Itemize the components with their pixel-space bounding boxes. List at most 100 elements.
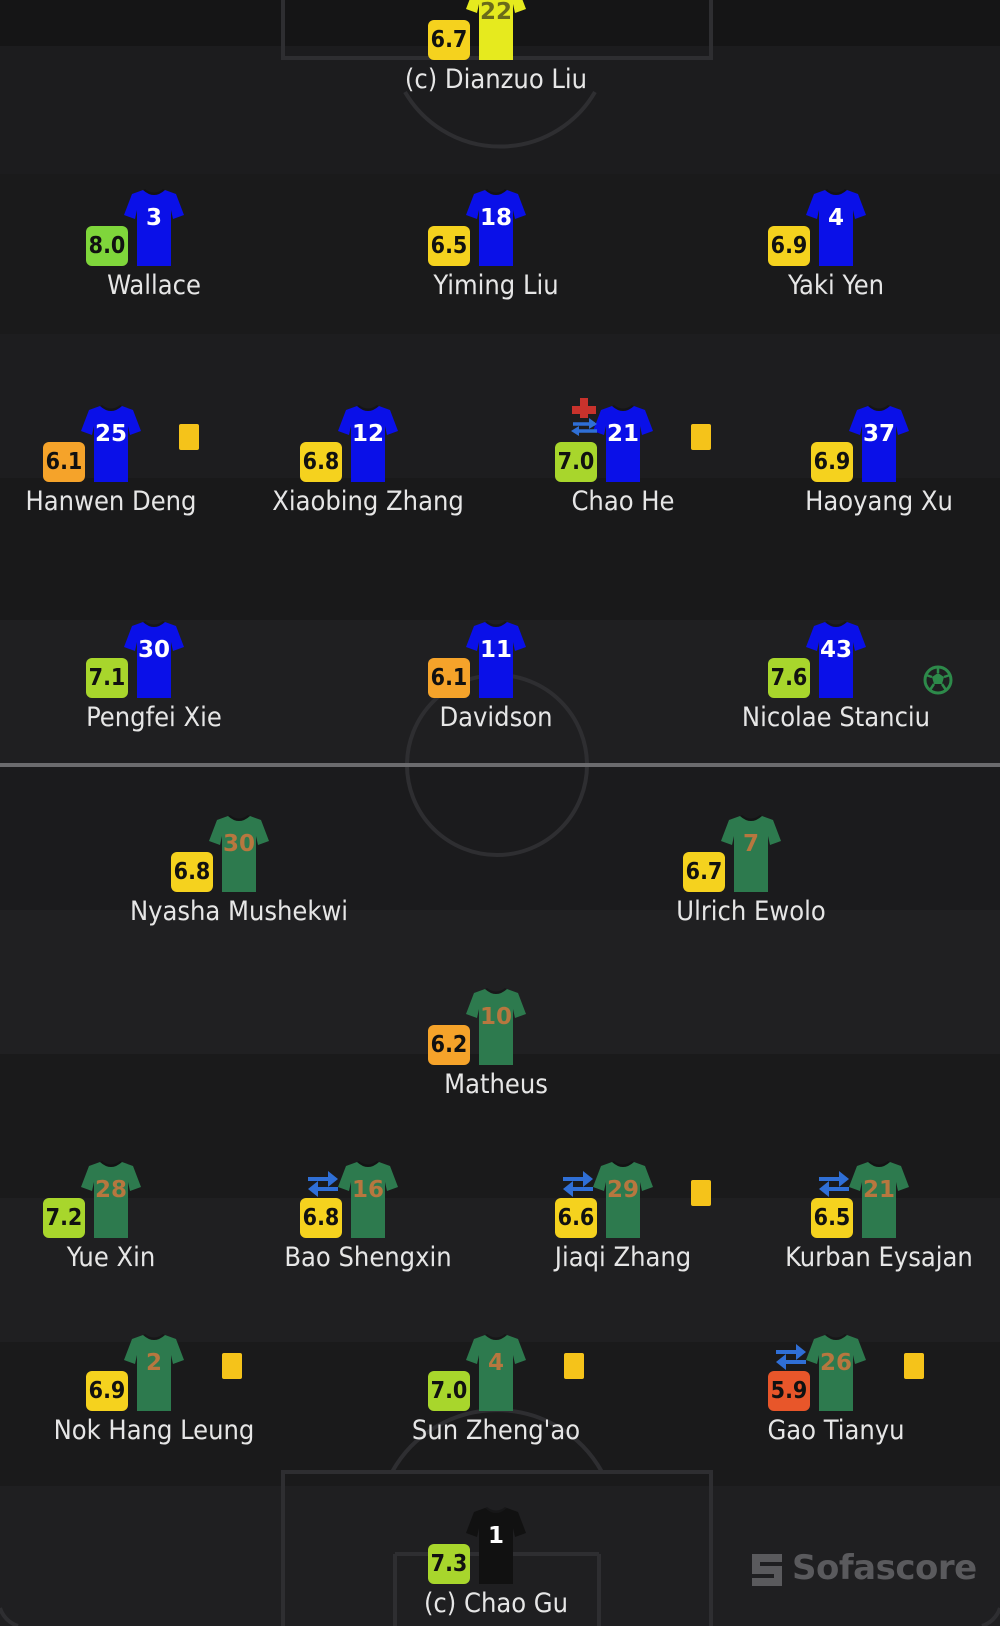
player-rating-badge: 5.9 — [768, 1371, 810, 1411]
player-rating-badge: 7.1 — [86, 658, 128, 698]
yellow-card-icon — [691, 424, 711, 450]
shirt-number: 3 — [145, 205, 162, 231]
shirt-number: 16 — [351, 1177, 384, 1203]
player-name: Nyasha Mushekwi — [129, 896, 349, 927]
player-xiaobing-zhang[interactable]: 12 6.8 Xiaobing Zhang — [228, 400, 508, 540]
shirt-number: 26 — [819, 1350, 852, 1376]
player-rating-badge: 6.9 — [86, 1371, 128, 1411]
shirt-number: 28 — [94, 1177, 127, 1203]
player-name: Kurban Eysajan — [785, 1242, 973, 1273]
player-yue-xin[interactable]: 28 7.2 Yue Xin — [0, 1156, 251, 1296]
player-rating-badge: 7.0 — [428, 1371, 470, 1411]
player-gao-tianyu[interactable]: 26 5.9 Gao Tianyu — [696, 1329, 976, 1469]
shirt-icon: 2 — [123, 1329, 185, 1413]
player-name: Ulrich Ewolo — [676, 896, 826, 927]
player-name: (c) Chao Gu — [423, 1588, 569, 1619]
player-rating-badge: 7.6 — [768, 658, 810, 698]
player-jiaqi-zhang[interactable]: 29 6.6 Jiaqi Zhang — [483, 1156, 763, 1296]
player-yaki-yen[interactable]: 4 6.9 Yaki Yen — [696, 184, 976, 324]
player-rating-badge: 7.0 — [555, 442, 597, 482]
lineup-pitch: 22 6.7 (c) Dianzuo Liu 3 8.0 Wallace 18 6.5 Yi… — [0, 0, 1000, 1626]
player-davidson[interactable]: 11 6.1 Davidson — [356, 616, 636, 756]
shirt-icon: 30 — [123, 616, 185, 700]
shirt-number: 1 — [487, 1523, 504, 1549]
corner-arc-left — [0, 1607, 19, 1626]
player-name: Yiming Liu — [433, 270, 559, 301]
player-sun-zhengao[interactable]: 4 7.0 Sun Zheng'ao — [356, 1329, 636, 1469]
shirt-icon: 21 — [592, 400, 654, 484]
shirt-icon: 29 — [592, 1156, 654, 1240]
player-yiming-liu[interactable]: 18 6.5 Yiming Liu — [356, 184, 636, 324]
shirt-icon: 10 — [465, 983, 527, 1067]
player-chao-he[interactable]: 21 7.0 Chao He — [483, 398, 763, 540]
player-wallace[interactable]: 3 8.0 Wallace — [14, 184, 294, 324]
player-name: Davidson — [439, 702, 553, 733]
player-nicolae-stanciu[interactable]: 43 7.6 Nicolae Stanciu — [696, 616, 976, 756]
player-pengfei-xie[interactable]: 30 7.1 Pengfei Xie — [14, 616, 294, 756]
player-rating-badge: 6.8 — [300, 442, 342, 482]
shirt-number: 21 — [606, 421, 639, 447]
shirt-icon: 37 — [848, 400, 910, 484]
shirt-number: 21 — [862, 1177, 895, 1203]
yellow-card-icon — [564, 1353, 584, 1379]
shirt-icon: 25 — [80, 400, 142, 484]
shirt-number: 4 — [827, 205, 844, 231]
shirt-icon: 12 — [337, 400, 399, 484]
shirt-number: 37 — [862, 421, 895, 447]
player-rating-badge: 6.2 — [428, 1025, 470, 1065]
player-rating-badge: 8.0 — [86, 226, 128, 266]
substitution-icon — [559, 1168, 597, 1200]
shirt-icon: 1 — [465, 1502, 527, 1586]
player-rating-badge: 7.2 — [43, 1198, 85, 1238]
player-hanwen-deng[interactable]: 25 6.1 Hanwen Deng — [0, 400, 251, 540]
shirt-number: 30 — [137, 637, 170, 663]
player-name: (c) Dianzuo Liu — [404, 64, 588, 95]
player-rating-badge: 6.1 — [43, 442, 85, 482]
shirt-number: 22 — [479, 0, 512, 25]
shirt-number: 12 — [351, 421, 384, 447]
player-nok-hang-leung[interactable]: 2 6.9 Nok Hang Leung — [14, 1329, 294, 1469]
player-matheus[interactable]: 10 6.2 Matheus — [356, 983, 636, 1123]
shirt-number: 7 — [742, 831, 759, 857]
player-rating-badge: 6.5 — [428, 226, 470, 266]
player-name: Wallace — [107, 270, 201, 301]
player-rating-badge: 6.8 — [300, 1198, 342, 1238]
player-rating-badge: 6.8 — [171, 852, 213, 892]
player-name: Nicolae Stanciu — [741, 702, 931, 733]
substitution-icon — [815, 1168, 853, 1200]
player-rating-badge: 7.3 — [428, 1544, 470, 1584]
shirt-icon: 43 — [805, 616, 867, 700]
player-chao-gu[interactable]: 1 7.3 (c) Chao Gu — [356, 1502, 636, 1626]
yellow-card-icon — [691, 1180, 711, 1206]
injury-substitution-icon — [567, 398, 601, 436]
yellow-card-icon — [179, 424, 199, 450]
shirt-icon: 4 — [805, 184, 867, 268]
corner-arc-right — [981, 1607, 1000, 1626]
player-nyasha-mushekwi[interactable]: 30 6.8 Nyasha Mushekwi — [99, 810, 379, 950]
player-haoyang-xu[interactable]: 37 6.9 Haoyang Xu — [739, 400, 1000, 540]
player-name: Pengfei Xie — [86, 702, 222, 733]
shirt-icon: 21 — [848, 1156, 910, 1240]
shirt-number: 10 — [479, 1004, 512, 1030]
shirt-number: 4 — [487, 1350, 504, 1376]
player-rating-badge: 6.7 — [428, 20, 470, 60]
player-kurban-eysajan[interactable]: 21 6.5 Kurban Eysajan — [739, 1156, 1000, 1296]
player-name: Sun Zheng'ao — [411, 1415, 581, 1446]
player-rating-badge: 6.1 — [428, 658, 470, 698]
shirt-number: 25 — [94, 421, 127, 447]
shirt-icon: 28 — [80, 1156, 142, 1240]
yellow-card-icon — [904, 1353, 924, 1379]
shirt-icon: 16 — [337, 1156, 399, 1240]
shirt-icon: 11 — [465, 616, 527, 700]
goal-icon — [922, 664, 954, 696]
player-dianzuo-liu[interactable]: 22 6.7 (c) Dianzuo Liu — [356, 0, 636, 118]
shirt-icon: 22 — [465, 0, 527, 62]
player-name: Haoyang Xu — [805, 486, 953, 517]
shirt-icon: 18 — [465, 184, 527, 268]
shirt-icon: 3 — [123, 184, 185, 268]
yellow-card-icon — [222, 1353, 242, 1379]
player-ulrich-ewolo[interactable]: 7 6.7 Ulrich Ewolo — [611, 810, 891, 950]
sofascore-logo-icon — [752, 1554, 782, 1586]
player-bao-shengxin[interactable]: 16 6.8 Bao Shengxin — [228, 1156, 508, 1296]
substitution-icon — [304, 1168, 342, 1200]
